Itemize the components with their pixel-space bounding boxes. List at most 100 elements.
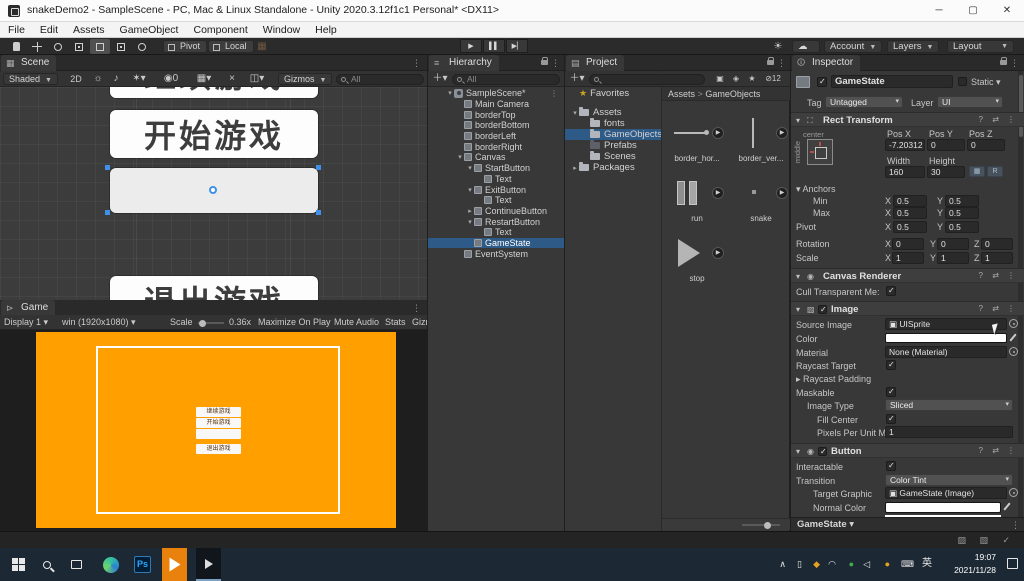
game-button-1[interactable]: 开始游戏	[196, 418, 241, 428]
security-shield-icon[interactable]: ◆	[813, 558, 820, 570]
ppu-field[interactable]: 1	[885, 426, 1013, 438]
gizmos-dropdown[interactable]: Gizmos▼	[278, 73, 332, 85]
account-dropdown[interactable]: Account▼	[824, 40, 882, 53]
project-folder-favorites[interactable]: ★Favorites	[565, 88, 661, 99]
tab-hierarchy[interactable]: ≡Hierarchy	[429, 55, 499, 71]
pivot-y-field[interactable]: 0.5	[945, 221, 979, 233]
2d-toggle[interactable]: 2D	[66, 71, 86, 87]
maximize-on-play-toggle[interactable]: Maximize On Play	[258, 315, 331, 330]
raycast-target-checkbox[interactable]	[886, 360, 896, 370]
expand-arrow-icon[interactable]: ▾	[571, 109, 579, 117]
color-swatch[interactable]	[885, 333, 1007, 343]
render-doc-icon[interactable]: ☀	[770, 39, 786, 54]
hidden-count-icon[interactable]: ⊘12	[759, 71, 787, 87]
material-field[interactable]: None (Material)	[885, 346, 1007, 358]
static-checkbox[interactable]	[958, 77, 967, 86]
ime-language-indicator[interactable]: 英	[922, 558, 932, 570]
pivot-x-field[interactable]: 0.5	[893, 221, 927, 233]
selection-handle[interactable]	[316, 210, 321, 215]
project-folder-scenes[interactable]: Scenes	[565, 151, 661, 162]
scene-audio-icon[interactable]: ♪	[108, 71, 124, 87]
grid-snap-icon[interactable]: ▦	[255, 39, 269, 54]
layers-dropdown[interactable]: Layers▼	[887, 40, 939, 53]
taskbar-clock[interactable]: 19:07 2021/11/28	[954, 551, 996, 577]
kebab-icon[interactable]: ⋮	[1007, 446, 1015, 455]
raw-edit-button[interactable]: R	[987, 166, 1003, 177]
expand-arrow-icon[interactable]: ▾	[456, 153, 464, 161]
menu-item-edit[interactable]: Edit	[40, 24, 58, 36]
favorites-filter-icon[interactable]: ★	[745, 71, 759, 87]
hierarchy-row-main-camera[interactable]: Main Camera	[428, 99, 564, 110]
hierarchy-row-text[interactable]: Text	[428, 195, 564, 206]
asset-tile-border-hor-[interactable]: border_hor...	[668, 116, 726, 163]
asset-tile-run[interactable]: run	[668, 176, 726, 223]
kebab-icon[interactable]: ⋮	[550, 89, 558, 98]
game-viewport[interactable]: 继续游戏开始游戏退出游戏	[0, 330, 427, 531]
stats-toggle[interactable]: Stats	[385, 315, 406, 330]
scrollbar-thumb[interactable]	[1019, 75, 1023, 137]
selection-handle[interactable]	[316, 165, 321, 170]
scene-search-input[interactable]: All	[336, 74, 424, 85]
max-x-field[interactable]: 0.5	[893, 207, 927, 219]
volume-icon[interactable]: ◁	[863, 558, 870, 570]
transition-dropdown[interactable]: Color Tint	[885, 474, 1013, 486]
static-label[interactable]: Static ▾	[971, 77, 1001, 88]
help-icon[interactable]: ?	[979, 304, 983, 313]
eyedropper-icon[interactable]	[1009, 333, 1016, 341]
scene-camera-dropdown[interactable]: ◫▾	[244, 71, 270, 87]
kebab-icon[interactable]: ⋮	[1011, 518, 1020, 532]
transform-tool-icon[interactable]	[111, 39, 131, 54]
anchors-foldout[interactable]: ▾ Anchors	[796, 184, 836, 195]
pos-z-field[interactable]: 0	[967, 139, 1005, 151]
component-enabled-checkbox[interactable]	[818, 305, 827, 314]
kebab-icon[interactable]: ⋮	[1007, 271, 1015, 280]
width-field[interactable]: 160	[885, 166, 925, 178]
max-y-field[interactable]: 0.5	[945, 207, 979, 219]
pos-x-field[interactable]: -7.20312	[885, 139, 925, 151]
foldout-arrow-icon[interactable]: ▾	[796, 447, 800, 456]
menu-item-file[interactable]: File	[8, 24, 25, 36]
expand-arrow-icon[interactable]: ▾	[466, 164, 474, 172]
layout-dropdown[interactable]: Layout▼	[947, 40, 1014, 53]
prefab-open-icon[interactable]	[712, 187, 724, 199]
asset-zoom-slider[interactable]	[742, 524, 780, 526]
expand-arrow-icon[interactable]: ▾	[466, 186, 474, 194]
add-asset-button[interactable]: ＋▾	[568, 71, 586, 87]
scale-z-field[interactable]: 1	[981, 252, 1013, 264]
hierarchy-row-bordertop[interactable]: borderTop	[428, 109, 564, 120]
tab-game[interactable]: ⊳Game	[1, 300, 55, 316]
breadcrumb-root[interactable]: Assets	[668, 89, 695, 99]
hierarchy-row-borderright[interactable]: borderRight	[428, 141, 564, 152]
shading-mode-dropdown[interactable]: Shaded▼	[3, 73, 58, 85]
menu-item-help[interactable]: Help	[315, 24, 337, 36]
game-button-3[interactable]: 退出游戏	[196, 444, 241, 454]
hierarchy-row-exitbutton[interactable]: ▾ExitButton	[428, 184, 564, 195]
scene-button-exit[interactable]: 退出游戏	[110, 276, 318, 300]
project-folder-packages[interactable]: ▸Packages	[565, 162, 661, 173]
scene-button-start[interactable]: 开始游戏	[110, 110, 318, 158]
menu-item-gameobject[interactable]: GameObject	[120, 24, 179, 36]
rect-transform-header[interactable]: ▾ ⛶ Rect Transform ? ⇄ ⋮	[791, 112, 1024, 127]
hierarchy-row-restartbutton[interactable]: ▾RestartButton	[428, 216, 564, 227]
scale-y-field[interactable]: 1	[937, 252, 969, 264]
hierarchy-row-text[interactable]: Text	[428, 174, 564, 185]
project-folder-assets[interactable]: ▾Assets	[565, 107, 661, 118]
raycast-padding-foldout[interactable]: ▸ Raycast Padding	[796, 374, 871, 385]
normal-color-swatch[interactable]	[885, 502, 1001, 513]
scene-lighting-icon[interactable]: ☼	[90, 71, 106, 87]
rotation-y-field[interactable]: 0	[937, 238, 969, 250]
scene-tools-icon[interactable]: ×	[224, 71, 240, 87]
footer-asset-label[interactable]: GameState ▾	[797, 519, 854, 530]
mute-audio-toggle[interactable]: Mute Audio	[334, 315, 379, 330]
kebab-icon[interactable]: ⋮	[1007, 304, 1015, 313]
pos-y-field[interactable]: 0	[927, 139, 965, 151]
hierarchy-row-borderleft[interactable]: borderLeft	[428, 131, 564, 142]
eyedropper-icon[interactable]	[1003, 502, 1010, 510]
asset-tile-snake[interactable]: snake	[732, 176, 790, 223]
task-view-button[interactable]	[64, 552, 89, 577]
hierarchy-row-startbutton[interactable]: ▾StartButton	[428, 163, 564, 174]
expand-arrow-icon[interactable]: ▾	[466, 218, 474, 226]
kebab-icon[interactable]: ⋮	[412, 300, 421, 316]
scale-slider[interactable]	[198, 322, 224, 324]
kebab-icon[interactable]: ⋮	[412, 55, 421, 71]
